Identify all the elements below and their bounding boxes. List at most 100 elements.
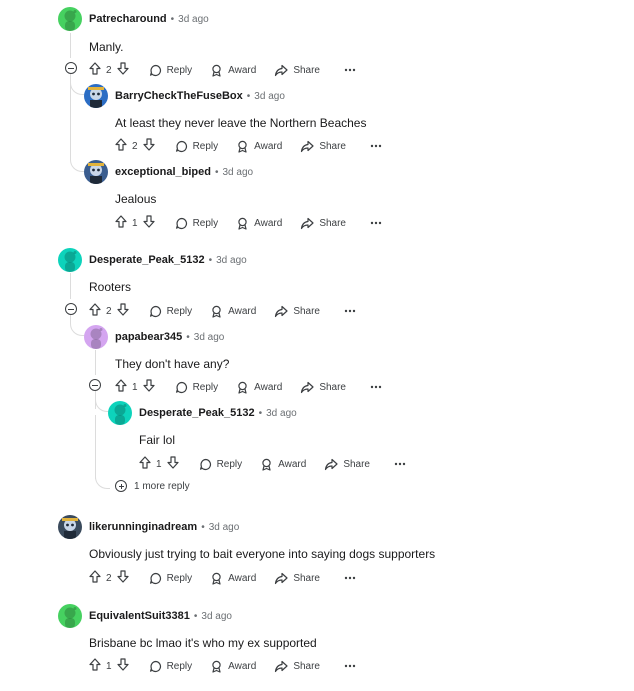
username[interactable]: BarryCheckTheFuseBox — [115, 90, 243, 102]
reply-button-label: Reply — [166, 305, 193, 317]
avatar[interactable] — [84, 84, 108, 108]
share-button[interactable]: Share — [274, 660, 320, 673]
award-button[interactable]: Award — [210, 572, 256, 585]
award-icon — [260, 458, 278, 471]
thread-connector — [70, 321, 85, 336]
overflow-icon[interactable] — [344, 68, 361, 72]
share-button[interactable]: Share — [300, 217, 346, 230]
upvote-icon[interactable] — [89, 62, 101, 78]
downvote-icon[interactable] — [116, 658, 129, 674]
share-button[interactable]: Share — [274, 305, 320, 318]
comment-header: Desperate_Peak_5132 • 3d ago — [108, 401, 297, 425]
username[interactable]: exceptional_biped — [115, 166, 211, 178]
share-button-label: Share — [293, 64, 320, 76]
downvote-icon[interactable] — [116, 303, 129, 319]
vote-control: 2 — [89, 62, 129, 78]
reply-button[interactable]: Reply — [149, 64, 192, 77]
avatar[interactable] — [58, 248, 82, 272]
expand-icon — [115, 480, 127, 492]
upvote-icon[interactable] — [139, 456, 151, 472]
time-ago: 3d ago — [216, 254, 247, 266]
upvote-icon[interactable] — [115, 215, 127, 231]
downvote-icon[interactable] — [142, 215, 155, 231]
comment-actions: 1 Reply Award Share — [115, 214, 405, 232]
comment-actions: 2 Reply Award Share — [115, 137, 405, 155]
collapse-icon[interactable] — [89, 379, 101, 391]
upvote-icon[interactable] — [89, 303, 101, 319]
reply-button-label: Reply — [166, 660, 193, 672]
award-button-label: Award — [228, 305, 257, 317]
timestamp: • 3d ago — [201, 522, 239, 533]
separator-dot: • — [246, 90, 251, 102]
award-button[interactable]: Award — [236, 217, 282, 230]
upvote-icon[interactable] — [115, 379, 127, 395]
username[interactable]: EquivalentSuit3381 — [89, 610, 190, 622]
upvote-icon[interactable] — [115, 138, 127, 154]
vote-control: 1 — [139, 456, 179, 472]
award-button[interactable]: Award — [260, 458, 306, 471]
avatar[interactable] — [58, 515, 82, 539]
award-button[interactable]: Award — [236, 381, 282, 394]
reply-button[interactable]: Reply — [149, 660, 193, 673]
award-button[interactable]: Award — [210, 660, 256, 673]
comment-actions: 1 Reply Award Share — [139, 455, 429, 473]
avatar[interactable] — [58, 7, 82, 31]
vote-control: 1 — [89, 658, 129, 674]
comment-actions: 2 Reply Award Share — [89, 61, 379, 79]
collapse-icon[interactable] — [65, 303, 77, 315]
username[interactable]: Patrecharound — [89, 13, 167, 25]
share-icon — [324, 458, 343, 471]
downvote-icon[interactable] — [116, 570, 129, 586]
overflow-icon[interactable] — [344, 309, 361, 313]
award-button-label: Award — [228, 64, 257, 76]
share-button[interactable]: Share — [300, 140, 346, 153]
overflow-icon[interactable] — [370, 385, 387, 389]
collapse-icon[interactable] — [65, 62, 77, 74]
vote-control: 2 — [89, 303, 129, 319]
reply-button[interactable]: Reply — [175, 381, 218, 394]
downvote-icon[interactable] — [142, 138, 155, 154]
avatar[interactable] — [58, 604, 82, 628]
reply-button[interactable]: Reply — [175, 140, 218, 153]
reply-button[interactable]: Reply — [199, 458, 242, 471]
time-ago: 3d ago — [222, 166, 254, 178]
comment-header: Patrecharound • 3d ago — [58, 7, 209, 31]
overflow-icon[interactable] — [344, 576, 361, 580]
award-button[interactable]: Award — [236, 140, 282, 153]
reply-button[interactable]: Reply — [149, 305, 193, 318]
overflow-icon[interactable] — [394, 462, 411, 466]
downvote-icon[interactable] — [142, 379, 155, 395]
reply-button[interactable]: Reply — [149, 572, 192, 585]
avatar[interactable] — [84, 160, 108, 184]
username[interactable]: likerunninginadream — [89, 521, 197, 533]
vote-control: 2 — [89, 570, 129, 586]
overflow-icon[interactable] — [370, 144, 387, 148]
username[interactable]: papabear345 — [115, 331, 182, 343]
avatar[interactable] — [84, 325, 108, 349]
reply-button[interactable]: Reply — [175, 217, 218, 230]
share-button[interactable]: Share — [300, 381, 346, 394]
award-button[interactable]: Award — [210, 305, 256, 318]
username[interactable]: Desperate_Peak_5132 — [89, 254, 205, 266]
downvote-icon[interactable] — [116, 62, 129, 78]
award-button[interactable]: Award — [210, 64, 256, 77]
share-button[interactable]: Share — [274, 64, 320, 77]
vote-count: 2 — [106, 305, 112, 317]
share-button[interactable]: Share — [274, 572, 320, 585]
overflow-icon[interactable] — [370, 221, 387, 225]
downvote-icon[interactable] — [166, 456, 179, 472]
more-replies-button[interactable]: 1 more reply — [115, 480, 190, 492]
upvote-icon[interactable] — [89, 570, 101, 586]
username[interactable]: Desperate_Peak_5132 — [139, 407, 255, 419]
vote-count: 1 — [156, 458, 162, 470]
separator-dot: • — [258, 407, 263, 419]
award-icon — [236, 140, 254, 153]
share-button-label: Share — [293, 572, 320, 584]
share-icon — [300, 381, 319, 394]
avatar[interactable] — [108, 401, 132, 425]
comment-text: At least they never leave the Northern B… — [115, 116, 367, 130]
thread-connector — [70, 80, 85, 95]
upvote-icon[interactable] — [89, 658, 101, 674]
share-button[interactable]: Share — [324, 458, 370, 471]
overflow-icon[interactable] — [344, 664, 361, 668]
